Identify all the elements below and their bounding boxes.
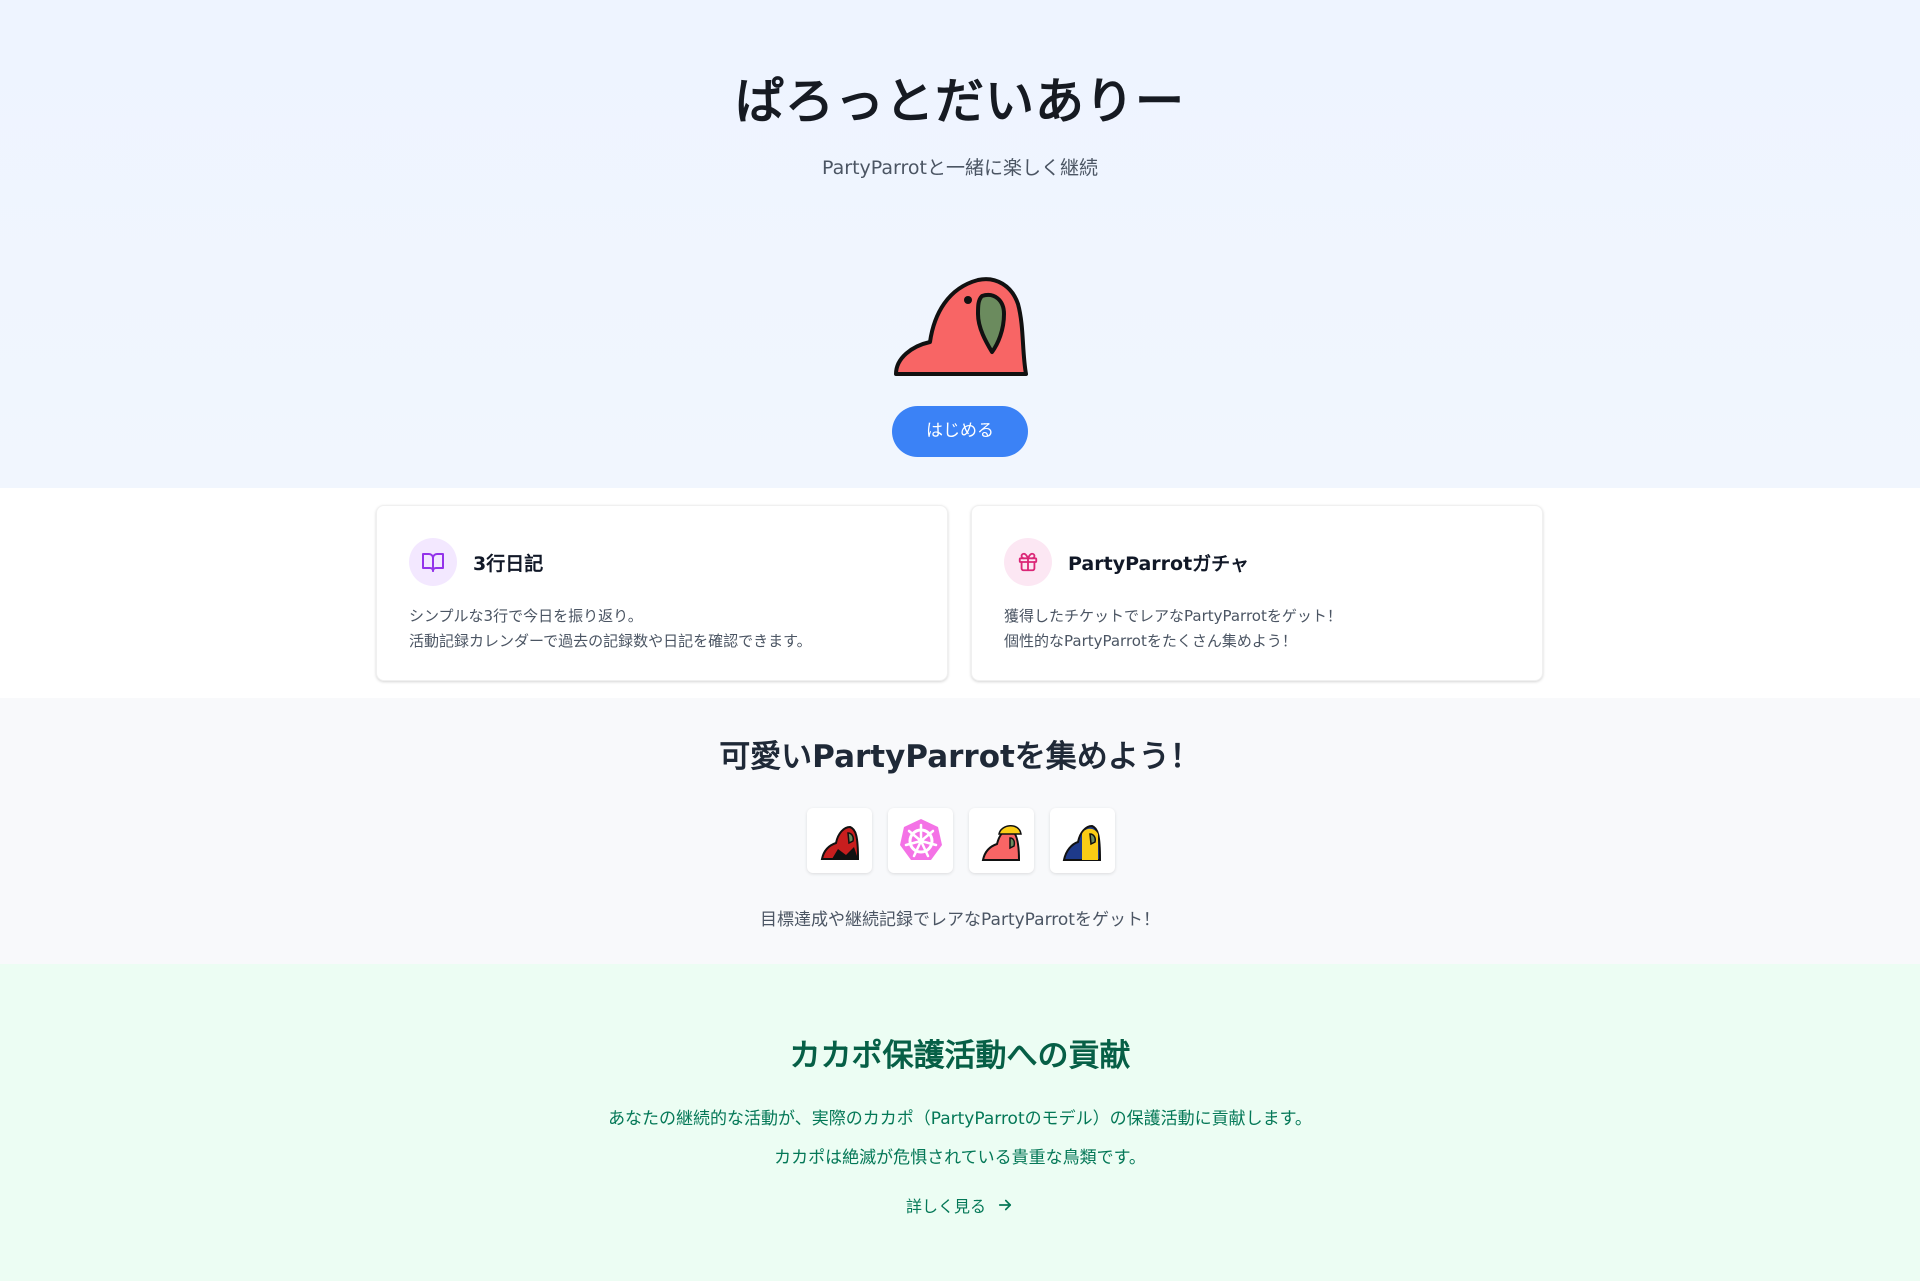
parrot-thumbnails [807,808,1115,873]
hardhat-parrot-icon [969,808,1034,873]
feature-description: シンプルな3行で今日を振り返り。 活動記録カレンダーで過去の記録数や日記を確認で… [409,604,812,654]
app-title: ぱろっとだいありー [734,73,1185,130]
learn-more-label: 詳しく見る [906,1197,987,1216]
gift-icon [1004,538,1052,586]
feature-desc-line: 獲得したチケットでレアなPartyParrotをゲット！ [1004,607,1342,625]
collection-section: 可愛いPartyParrotを集めよう！ 目標達成や継続記録でレアなPartyP… [0,698,1920,964]
ruby-parrot-icon [807,808,872,873]
learn-more-link[interactable]: 詳しく見る [906,1193,1014,1217]
party-parrot-icon [894,277,1028,376]
book-icon [409,538,457,586]
feature-desc-line: 活動記録カレンダーで過去の記録数や日記を確認できます。 [409,632,812,650]
kubernetes-parrot-icon [888,808,953,873]
app-subtitle: PartyParrotと一緒に楽しく継続 [822,157,1098,179]
feature-description: 獲得したチケットでレアなPartyParrotをゲット！ 個性的なPartyPa… [1004,604,1342,654]
feature-title: 3行日記 [473,553,544,575]
kakapo-title: カカポ保護活動への貢献 [789,1038,1131,1074]
kakapo-section: カカポ保護活動への貢献 あなたの継続的な活動が、実際のカカポ（PartyParr… [0,964,1920,1281]
feature-card-diary: 3行日記 シンプルな3行で今日を振り返り。 活動記録カレンダーで過去の記録数や日… [376,505,948,681]
arrow-right-icon [998,1199,1012,1211]
start-button[interactable]: はじめる [892,406,1028,457]
feature-desc-line: シンプルな3行で今日を振り返り。 [409,607,643,625]
feature-card-gacha: PartyParrotガチャ 獲得したチケットでレアなPartyParrotをゲ… [971,505,1543,681]
hero-section: ぱろっとだいありー PartyParrotと一緒に楽しく継続 はじめる [0,0,1920,488]
feature-desc-line: 個性的なPartyParrotをたくさん集めよう！ [1004,632,1297,650]
feature-title: PartyParrotガチャ [1068,553,1249,575]
kakapo-description: カカポは絶滅が危惧されている貴重な鳥類です。 [774,1148,1146,1168]
collection-note: 目標達成や継続記録でレアなPartyParrotをゲット！ [760,910,1160,930]
blue-parrot-icon [1050,808,1115,873]
collection-title: 可愛いPartyParrotを集めよう！ [719,739,1201,775]
features-section: 3行日記 シンプルな3行で今日を振り返り。 活動記録カレンダーで過去の記録数や日… [0,488,1920,698]
kakapo-description: あなたの継続的な活動が、実際のカカポ（PartyParrotのモデル）の保護活動… [608,1109,1312,1129]
